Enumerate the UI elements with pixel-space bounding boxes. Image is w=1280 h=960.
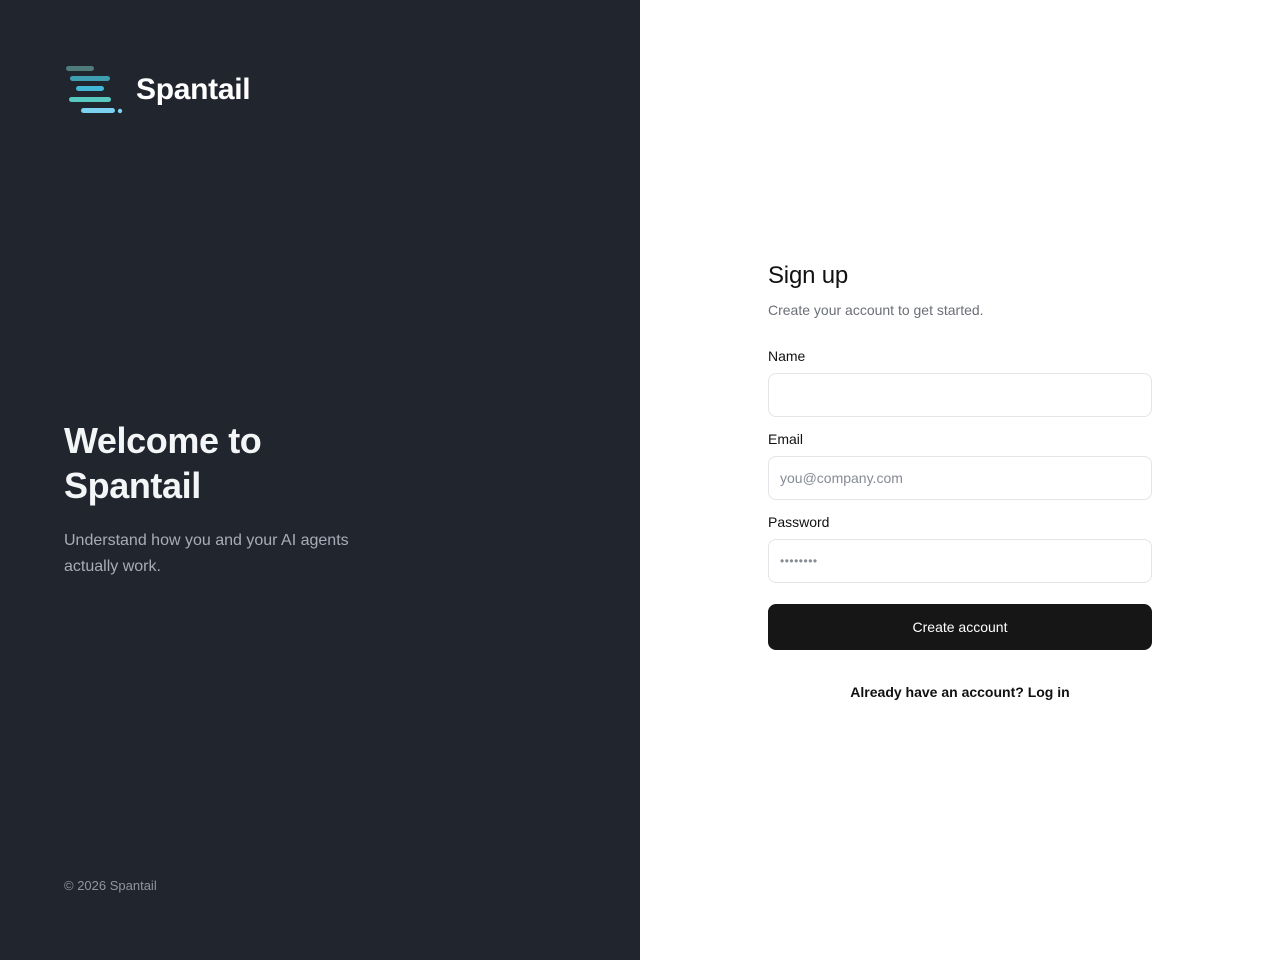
- email-field-group: Email: [768, 429, 1152, 500]
- welcome-subtitle: Understand how you and your AI agents ac…: [64, 528, 424, 580]
- signup-form: Sign up Create your account to get start…: [768, 262, 1152, 700]
- welcome-title: Welcome to Spantail: [64, 418, 424, 508]
- spantail-logo-icon: [66, 66, 123, 114]
- form-subtitle: Create your account to get started.: [768, 302, 984, 318]
- form-title: Sign up: [768, 262, 848, 289]
- brand-panel: Spantail Welcome to Spantail Understand …: [0, 0, 640, 960]
- create-account-button[interactable]: Create account: [768, 604, 1152, 650]
- name-label: Name: [768, 348, 806, 364]
- welcome-subtitle-line1: Understand how you and your AI agents: [64, 532, 349, 549]
- email-label: Email: [768, 431, 804, 447]
- brand-name: Spantail: [136, 73, 251, 106]
- login-prompt-text: Already have an account?: [850, 684, 1024, 700]
- brand-header: Spantail: [64, 64, 251, 116]
- login-prompt: Already have an account? Log in: [768, 684, 1152, 700]
- name-field-group: Name: [768, 346, 1152, 417]
- email-input[interactable]: [768, 456, 1152, 500]
- password-field-group: Password: [768, 512, 1152, 583]
- form-panel: Sign up Create your account to get start…: [640, 0, 1280, 960]
- login-link[interactable]: Log in: [1028, 684, 1070, 700]
- name-input[interactable]: [768, 373, 1152, 417]
- copyright-text: © 2026 Spantail: [64, 878, 157, 893]
- password-input[interactable]: [768, 539, 1152, 583]
- welcome-subtitle-line2: actually work.: [64, 558, 161, 575]
- welcome-title-line2: Spantail: [64, 465, 201, 506]
- welcome-section: Welcome to Spantail Understand how you a…: [64, 418, 424, 580]
- password-label: Password: [768, 514, 830, 530]
- welcome-title-line1: Welcome to: [64, 420, 262, 461]
